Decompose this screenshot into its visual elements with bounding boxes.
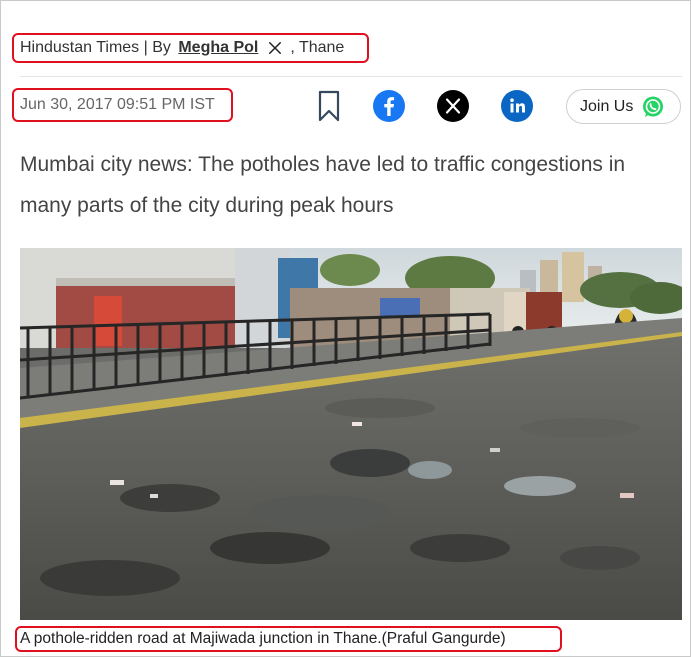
publication-name: Hindustan Times (20, 39, 140, 56)
join-us-button[interactable]: Join Us (566, 89, 681, 124)
article-photo (20, 248, 682, 620)
linkedin-icon[interactable] (500, 89, 534, 123)
article-headline: Mumbai city news: The potholes have led … (20, 153, 626, 217)
header-divider (20, 76, 682, 77)
image-caption: A pothole-ridden road at Majiwada juncti… (15, 626, 562, 652)
bookmark-icon[interactable] (316, 89, 342, 123)
byline-separator: | By (139, 39, 176, 56)
join-us-label: Join Us (580, 97, 634, 115)
byline-location: , Thane (290, 39, 345, 56)
author-x-icon[interactable] (268, 41, 282, 55)
byline: Hindustan Times | By Megha Pol , Thane (12, 33, 369, 63)
x-share-icon[interactable] (436, 89, 470, 123)
facebook-icon[interactable] (372, 89, 406, 123)
author-link[interactable]: Megha Pol (178, 39, 258, 57)
whatsapp-icon (641, 95, 665, 119)
publish-date: Jun 30, 2017 09:51 PM IST (12, 88, 233, 122)
